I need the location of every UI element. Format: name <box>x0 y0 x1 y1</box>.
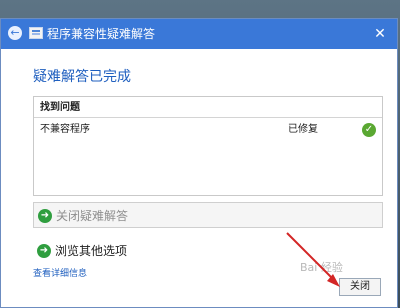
option-label-browse: 浏览其他选项 <box>55 244 128 258</box>
problem-status: 已修复 <box>288 124 318 135</box>
green-check-icon: ✓ <box>362 123 376 137</box>
troubleshooter-icon <box>29 27 43 39</box>
option-label-close: 关闭疑难解答 <box>56 209 129 223</box>
results-divider <box>34 117 382 118</box>
title-bar: ← 程序兼容性疑难解答 ✕ <box>1 19 397 49</box>
window-title: 程序兼容性疑难解答 <box>47 27 156 41</box>
title-close-button[interactable]: ✕ <box>371 25 389 43</box>
problem-name: 不兼容程序 <box>40 124 90 135</box>
results-header: 找到问题 <box>40 102 80 113</box>
back-arrow-icon: ← <box>10 26 20 39</box>
green-arrow-icon: ➜ <box>37 244 51 258</box>
close-button[interactable]: 关闭 <box>339 278 381 296</box>
view-details-link[interactable]: 查看详细信息 <box>33 268 87 280</box>
back-button[interactable]: ← <box>8 26 22 40</box>
watermark: Bai 经验 <box>300 261 343 274</box>
green-arrow-icon: ➜ <box>38 209 52 223</box>
results-panel: 找到问题 不兼容程序 已修复 ✓ <box>33 96 383 196</box>
close-troubleshooter-option[interactable]: ➜ 关闭疑难解答 <box>33 202 383 228</box>
page-heading: 疑难解答已完成 <box>33 69 131 85</box>
